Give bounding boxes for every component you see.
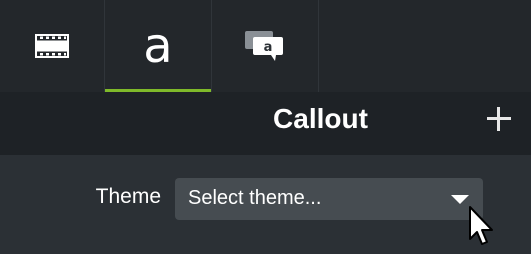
film-icon — [35, 34, 69, 58]
theme-label: Theme — [95, 185, 161, 208]
plus-icon[interactable] — [484, 104, 514, 134]
tab-bar-spacer — [319, 0, 531, 92]
annotation-glyph: a — [143, 18, 173, 74]
tab-media[interactable] — [0, 0, 105, 92]
annotation-a-icon: a — [143, 22, 172, 70]
tab-bar: a a — [0, 0, 531, 92]
theme-dropdown[interactable]: Select theme... — [175, 178, 483, 220]
theme-dropdown-value: Select theme... — [188, 187, 322, 209]
callout-icon: a — [243, 29, 287, 63]
tab-callouts[interactable]: a — [212, 0, 319, 92]
panel-title: Callout — [273, 103, 368, 134]
callout-icon-glyph: a — [264, 40, 273, 55]
tab-annotations[interactable]: a — [105, 0, 212, 92]
mouse-cursor-icon — [467, 205, 497, 249]
chevron-down-icon — [451, 195, 469, 204]
